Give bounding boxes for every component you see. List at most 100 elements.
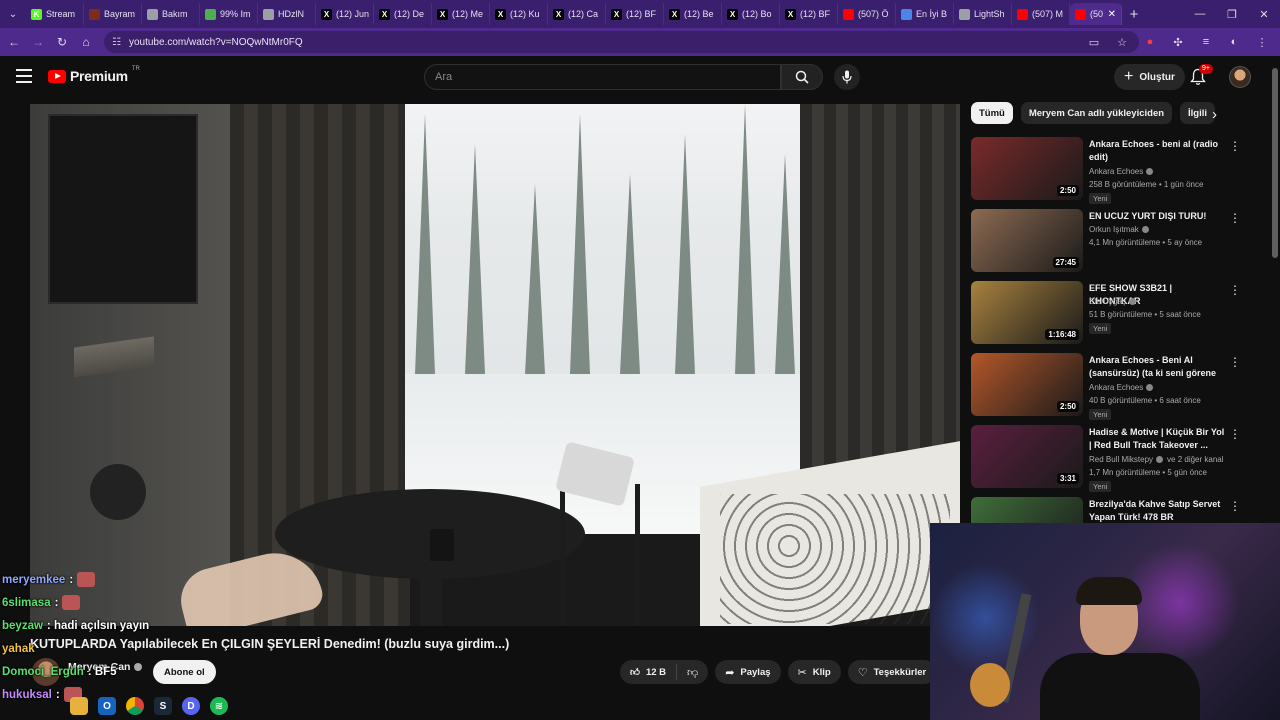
browser-tab[interactable]: X (12) De bbox=[374, 3, 432, 25]
browser-tab[interactable]: X (12) Ku bbox=[490, 3, 548, 25]
dislike-button[interactable]: 👎︎ bbox=[677, 666, 708, 679]
filter-chip[interactable]: İlgili bbox=[1180, 102, 1216, 124]
more-options-icon[interactable]: ⋮ bbox=[1229, 283, 1241, 297]
more-options-icon[interactable]: ⋮ bbox=[1229, 427, 1241, 441]
recommended-video[interactable]: 27:45 EN UCUZ YURT DIŞI TURU! Orkun Işıtma… bbox=[971, 209, 1251, 281]
video-player[interactable] bbox=[30, 104, 960, 626]
more-options-icon[interactable]: ⋮ bbox=[1229, 139, 1241, 153]
webcam-plush-toy bbox=[970, 663, 1010, 707]
more-options-icon[interactable]: ⋮ bbox=[1229, 355, 1241, 369]
steam-icon[interactable]: S bbox=[154, 697, 172, 715]
thanks-button[interactable]: ♡ Teşekkürler bbox=[847, 660, 937, 684]
search-input[interactable] bbox=[425, 65, 780, 89]
recommended-video-title[interactable]: Ankara Echoes - Beni Al (sansürsüz) (ta … bbox=[1089, 354, 1225, 380]
bookmark-star-icon[interactable]: ☆ bbox=[1110, 31, 1134, 53]
recommended-video[interactable]: 2:50 Ankara Echoes - beni al (radio edit)… bbox=[971, 137, 1251, 209]
menu-icon[interactable] bbox=[16, 69, 32, 83]
browser-tab[interactable]: X (12) Ca bbox=[548, 3, 606, 25]
youtube-logo[interactable]: Premium TR bbox=[48, 66, 140, 84]
new-tab-button[interactable]: + bbox=[1122, 6, 1146, 23]
browser-tab[interactable]: LightSh bbox=[954, 3, 1012, 25]
extensions-puzzle-icon[interactable]: ✣ bbox=[1166, 31, 1190, 53]
back-arrow-icon[interactable]: ← bbox=[2, 30, 26, 54]
chrome-icon[interactable] bbox=[126, 697, 144, 715]
close-tab-icon[interactable]: ✕ bbox=[1108, 9, 1116, 20]
forward-arrow-icon[interactable]: → bbox=[26, 30, 50, 54]
cast-icon[interactable]: ▭ bbox=[1082, 31, 1106, 53]
browser-tab[interactable]: HDzlN bbox=[258, 3, 316, 25]
channel-extra: ve 2 diğer kanal bbox=[1167, 455, 1224, 464]
clip-button[interactable]: ✂ Klip bbox=[787, 660, 841, 684]
profile-avatar-icon[interactable]: ◐ bbox=[1222, 31, 1246, 53]
restore-icon[interactable]: ❐ bbox=[1216, 0, 1248, 28]
browser-tab[interactable]: X (12) Jun bbox=[316, 3, 374, 25]
search-field[interactable] bbox=[424, 64, 781, 90]
tab-favicon-icon: X bbox=[553, 8, 564, 20]
browser-tab[interactable]: 99% Im bbox=[200, 3, 258, 25]
chevron-right-icon[interactable]: › bbox=[1212, 106, 1217, 123]
tab-search-chevron-icon[interactable]: ⌄ bbox=[0, 0, 26, 28]
video-duration: 1:16:48 bbox=[1045, 329, 1079, 340]
video-thumbnail[interactable]: 2:50 bbox=[971, 353, 1083, 416]
home-icon[interactable]: ⌂ bbox=[74, 30, 98, 54]
browser-tab[interactable]: X (12) BF bbox=[606, 3, 664, 25]
like-button[interactable]: 👍︎ 12 B bbox=[620, 664, 678, 680]
video-thumbnail[interactable]: 27:45 bbox=[971, 209, 1083, 272]
recommended-video-title[interactable]: Hadise & Motive | Küçük Bir Yol | Red Bu… bbox=[1089, 426, 1225, 451]
reload-icon[interactable]: ↻ bbox=[50, 30, 74, 54]
video-thumbnail[interactable]: 2:50 bbox=[971, 137, 1083, 200]
more-options-icon[interactable]: ⋮ bbox=[1229, 499, 1241, 513]
browser-tab[interactable]: (507) Ö bbox=[838, 3, 896, 25]
notifications-button[interactable]: 9+ bbox=[1190, 64, 1213, 88]
voice-search-button[interactable] bbox=[834, 64, 860, 90]
recommended-channel-name[interactable]: Ankara Echoes bbox=[1089, 167, 1154, 176]
spotify-icon[interactable]: ≋ bbox=[210, 697, 228, 715]
recommended-video-title[interactable]: Brezilya'da Kahve Satıp Servet Yapan Tür… bbox=[1089, 498, 1225, 523]
window-controls: — ❐ ✕ bbox=[1184, 0, 1280, 28]
video-thumbnail[interactable]: 3:31 bbox=[971, 425, 1083, 488]
search-button[interactable] bbox=[781, 64, 823, 90]
browser-tab[interactable]: X (12) Be bbox=[664, 3, 722, 25]
recommended-video[interactable]: 1:16:48 EFE SHOW S3B21 | KHONTKAR Efe Uyga… bbox=[971, 281, 1251, 353]
browser-tab[interactable]: En İyi B bbox=[896, 3, 954, 25]
outlook-icon[interactable]: O bbox=[98, 697, 116, 715]
recommended-channel-name[interactable]: Ankara Echoes bbox=[1089, 383, 1154, 392]
tab-label: (12) De bbox=[394, 9, 425, 19]
browser-tab[interactable]: X (12) Bo bbox=[722, 3, 780, 25]
recommended-channel-name[interactable]: Red Bull Mikstepy ve 2 diğer kanal bbox=[1089, 455, 1224, 464]
recommended-video-title[interactable]: Ankara Echoes - beni al (radio edit) bbox=[1089, 138, 1225, 163]
browser-tab[interactable]: X (12) Me bbox=[432, 3, 490, 25]
browser-tab[interactable]: K Stream bbox=[26, 3, 84, 25]
close-window-icon[interactable]: ✕ bbox=[1248, 0, 1280, 28]
browser-tab[interactable]: X (12) BF bbox=[780, 3, 838, 25]
recommended-video[interactable]: 2:50 Ankara Echoes - Beni Al (sansürsüz) … bbox=[971, 353, 1251, 425]
recommended-channel-name[interactable]: Efe Uygaç bbox=[1089, 297, 1136, 306]
filter-chip[interactable]: Tümü bbox=[971, 102, 1013, 124]
browser-tab[interactable]: (507) M bbox=[1012, 3, 1070, 25]
recommended-channel-name[interactable]: Orkun Işıtmak bbox=[1089, 225, 1149, 234]
new-badge: Yeni bbox=[1089, 409, 1112, 420]
tab-favicon-icon: X bbox=[495, 8, 506, 20]
video-duration: 27:45 bbox=[1052, 257, 1079, 268]
recommended-video-title[interactable]: EN UCUZ YURT DIŞI TURU! bbox=[1089, 210, 1225, 223]
extension-red-icon[interactable]: ● bbox=[1138, 31, 1162, 53]
create-button[interactable]: + Oluştur bbox=[1114, 64, 1185, 90]
minimize-icon[interactable]: — bbox=[1184, 0, 1216, 28]
media-controls-icon[interactable]: ≡ bbox=[1194, 31, 1218, 53]
browser-tab[interactable]: Bayram bbox=[84, 3, 142, 25]
site-info-icon[interactable]: ☷ bbox=[112, 37, 121, 48]
more-options-icon[interactable]: ⋮ bbox=[1229, 211, 1241, 225]
address-bar[interactable]: ☷ youtube.com/watch?v=NOQwNtMr0FQ bbox=[104, 31, 1139, 53]
share-button[interactable]: ➦ Paylaş bbox=[715, 660, 781, 684]
browser-tab[interactable]: Bakım bbox=[142, 3, 200, 25]
filter-chip[interactable]: Meryem Can adlı yükleyiciden bbox=[1020, 102, 1173, 124]
recommended-video[interactable]: 3:31 Hadise & Motive | Küçük Bir Yol | Re… bbox=[971, 425, 1251, 497]
scrollbar-thumb[interactable] bbox=[1272, 68, 1278, 258]
video-thumbnail[interactable]: 1:16:48 bbox=[971, 281, 1083, 344]
webcam-person-body bbox=[1040, 653, 1200, 720]
browser-menu-icon[interactable]: ⋮ bbox=[1250, 31, 1274, 53]
tab-active[interactable]: (50 ✕ bbox=[1070, 3, 1122, 25]
discord-icon[interactable]: D bbox=[182, 697, 200, 715]
file-explorer-icon[interactable] bbox=[70, 697, 88, 715]
account-avatar[interactable] bbox=[1229, 66, 1251, 88]
